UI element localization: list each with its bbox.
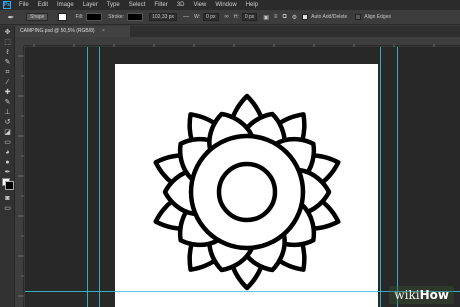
screen-mode-icon[interactable]: ▭ xyxy=(2,204,13,213)
document-tab[interactable]: CAMPING.psd @ 50,5% (RGB/8) × xyxy=(15,26,130,37)
marquee-icon[interactable]: ⬚ xyxy=(2,38,13,47)
guide-line[interactable] xyxy=(99,47,100,307)
stroke-type-icon[interactable]: ― xyxy=(183,14,189,20)
path-operations-icon[interactable]: ▣ xyxy=(263,14,269,21)
menu-3d[interactable]: 3D xyxy=(177,0,185,10)
menu-type[interactable]: Type xyxy=(107,0,120,10)
inner-ring xyxy=(216,161,278,223)
document-tab-title: CAMPING.psd @ 50,5% (RGB/8) xyxy=(20,28,95,34)
menu-window[interactable]: Window xyxy=(215,0,236,10)
guide-line[interactable] xyxy=(87,47,88,307)
align-edges-label: Align Edges xyxy=(364,14,391,20)
quick-select-icon[interactable]: ✎ xyxy=(2,58,13,67)
ruler-corner[interactable] xyxy=(15,37,24,46)
stroke-swatch[interactable] xyxy=(127,13,144,21)
menu-help[interactable]: Help xyxy=(246,0,258,10)
tools-panel: ✥ ⬚ ℓ ✎ ⌗ ⁄ ✚ ✎ ⊥ ↺ ◪ ▭ ◕ ● ✒ ◙ ▭ xyxy=(0,26,15,307)
dodge-icon[interactable]: ● xyxy=(2,158,13,167)
pen-tool-icon[interactable]: ✒ xyxy=(6,13,16,22)
document-tab-bar: CAMPING.psd @ 50,5% (RGB/8) × xyxy=(15,26,460,37)
clone-stamp-icon[interactable]: ⊥ xyxy=(2,108,13,117)
watermark-wiki: wiki xyxy=(394,288,420,302)
brush-icon[interactable]: ✎ xyxy=(2,98,13,107)
watermark-how: How xyxy=(419,288,449,302)
menu-view[interactable]: View xyxy=(193,0,206,10)
mandala-flower-artwork xyxy=(153,93,341,291)
stroke-color-swatch[interactable] xyxy=(86,13,103,21)
stroke-width-field[interactable]: 102,33 px xyxy=(149,13,178,21)
menu-select[interactable]: Select xyxy=(129,0,146,10)
pen-icon[interactable]: ✒ xyxy=(2,168,13,177)
quick-mask-icon[interactable]: ◙ xyxy=(2,194,13,203)
menu-layer[interactable]: Layer xyxy=(83,0,98,10)
menu-file[interactable]: File xyxy=(19,0,29,10)
auto-add-delete-checkbox[interactable] xyxy=(302,14,309,20)
settings-gear-icon[interactable]: ⚙ xyxy=(292,14,297,21)
auto-add-delete-label: Auto Add/Delete xyxy=(311,14,348,20)
width-label: W: xyxy=(194,14,201,20)
height-field[interactable]: 0 px xyxy=(241,13,258,21)
lasso-icon[interactable]: ℓ xyxy=(2,48,13,57)
fill-label: Fill: xyxy=(75,14,84,20)
path-arrangement-icon[interactable]: ⧉ xyxy=(282,14,286,21)
photoshop-logo[interactable]: Ps xyxy=(3,1,11,9)
align-edges-checkbox[interactable] xyxy=(355,14,362,20)
menu-bar: Ps File Edit Image Layer Type Select Fil… xyxy=(0,0,460,10)
options-bar: ✒ Shape Fill: Stroke: 102,33 px ― W: 0 p… xyxy=(0,10,460,25)
history-brush-icon[interactable]: ↺ xyxy=(2,118,13,127)
menu-image[interactable]: Image xyxy=(57,0,74,10)
vertical-ruler[interactable] xyxy=(15,46,24,307)
eraser-icon[interactable]: ◪ xyxy=(2,128,13,137)
eyedropper-icon[interactable]: ⁄ xyxy=(2,78,13,87)
height-label: H: xyxy=(233,14,239,20)
guide-line[interactable] xyxy=(397,47,398,307)
wikihow-watermark: wiki How xyxy=(389,286,454,304)
move-icon[interactable]: ✥ xyxy=(2,28,13,37)
vertical-ruler-ticks xyxy=(18,55,24,297)
foreground-color-swatch[interactable] xyxy=(5,181,14,190)
guide-line[interactable] xyxy=(380,47,381,307)
link-icon[interactable]: ∞ xyxy=(225,14,229,20)
width-field[interactable]: 0 px xyxy=(203,13,219,21)
document-canvas[interactable] xyxy=(115,64,378,307)
close-icon[interactable]: × xyxy=(102,28,105,34)
gradient-icon[interactable]: ▭ xyxy=(2,138,13,147)
healing-icon[interactable]: ✚ xyxy=(2,88,13,97)
crop-icon[interactable]: ⌗ xyxy=(2,68,13,77)
path-alignment-icon[interactable]: ≡ xyxy=(274,14,278,20)
fill-color-swatch[interactable] xyxy=(58,13,68,21)
stroke-label: Stroke: xyxy=(108,14,125,20)
menu-edit[interactable]: Edit xyxy=(38,0,48,10)
blur-icon[interactable]: ◕ xyxy=(2,148,13,157)
horizontal-ruler[interactable] xyxy=(24,37,460,50)
menu-filter[interactable]: Filter xyxy=(154,0,167,10)
canvas-area[interactable] xyxy=(25,47,460,307)
tool-mode-select[interactable]: Shape xyxy=(26,13,49,21)
